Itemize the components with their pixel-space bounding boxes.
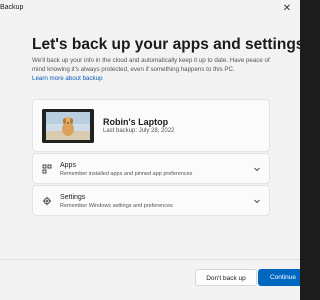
laptop-thumbnail: [42, 109, 94, 143]
title-bar: Backup ✕: [0, 0, 300, 20]
laptop-image-icon: [42, 109, 94, 143]
chevron-down-icon[interactable]: [253, 197, 261, 205]
chevron-down-icon[interactable]: [253, 165, 261, 173]
learn-more-link[interactable]: Learn more about backup: [32, 75, 103, 82]
footer-bar: Don't back up Continue: [0, 259, 300, 300]
window-title: Backup: [0, 4, 24, 11]
apps-option-title: Apps: [60, 162, 76, 169]
device-card: Robin's Laptop Last backup: July 28, 202…: [32, 99, 270, 152]
continue-button[interactable]: Continue: [258, 269, 300, 286]
settings-option-row[interactable]: Settings Remember Windows settings and p…: [32, 185, 270, 216]
page-description: We'll back up your info in the cloud and…: [32, 57, 270, 73]
settings-option-description: Remember Windows settings and preference…: [60, 203, 173, 209]
page-title: Let's back up your apps and settings: [32, 36, 300, 53]
apps-option-description: Remember installed apps and pinned app p…: [60, 171, 193, 177]
settings-option-title: Settings: [60, 194, 86, 201]
apps-grid-icon: [42, 164, 52, 174]
apps-option-row[interactable]: Apps Remember installed apps and pinned …: [32, 153, 270, 184]
backup-window: Backup ✕ Let's back up your apps and set…: [0, 0, 300, 300]
dont-back-up-button[interactable]: Don't back up: [195, 269, 257, 286]
gear-icon: [42, 196, 52, 206]
close-icon[interactable]: ✕: [280, 2, 294, 16]
device-name: Robin's Laptop: [103, 117, 169, 127]
last-backup-date: Last backup: July 28, 2022: [103, 128, 175, 134]
